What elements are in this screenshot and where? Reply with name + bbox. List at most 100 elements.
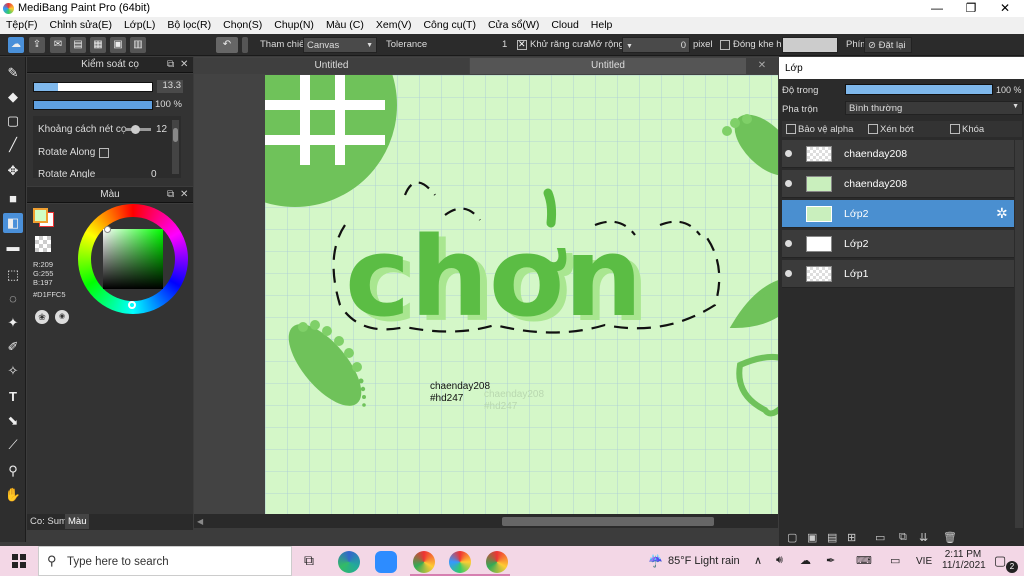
menu-select[interactable]: Chọn(S) — [217, 17, 268, 34]
protect-alpha-checkbox[interactable] — [786, 124, 796, 134]
clipping-checkbox[interactable] — [868, 124, 878, 134]
brush-opacity-slider[interactable] — [33, 100, 153, 110]
foreground-color-swatch[interactable] — [33, 208, 48, 223]
visibility-icon[interactable] — [785, 150, 792, 157]
dropper-tool-icon[interactable]: ⟋ — [3, 435, 23, 455]
layer-row[interactable]: Lớp2 — [782, 230, 1014, 258]
gradient-tool-icon[interactable]: ▬ — [3, 237, 23, 257]
menu-window[interactable]: Cửa sổ(W) — [482, 17, 545, 34]
folder-icon[interactable]: ▭ — [875, 531, 885, 544]
fill-tool-icon[interactable]: ◧ — [3, 213, 23, 233]
lock-checkbox[interactable] — [950, 124, 960, 134]
close-gap-checkbox[interactable] — [720, 40, 730, 50]
panel-close-icon[interactable]: ✕ — [180, 187, 188, 203]
shape-tool-icon[interactable]: ▢ — [3, 111, 23, 131]
taskbar-search[interactable]: ⚲ Type here to search — [38, 546, 292, 576]
select-eraser-icon[interactable]: ✧ — [3, 361, 23, 381]
close-button[interactable]: ✕ — [988, 0, 1022, 17]
redo-icon[interactable] — [242, 37, 248, 53]
reference-select[interactable]: Canvas ▼ — [303, 37, 377, 53]
maximize-button[interactable]: ❐ — [954, 0, 988, 17]
eraser-tool-icon[interactable]: ◆ — [3, 87, 23, 107]
color-picker-knob[interactable] — [104, 226, 111, 233]
panel-close-icon[interactable]: ✕ — [180, 57, 188, 73]
comment-icon[interactable]: ▤ — [70, 37, 86, 53]
pen-icon[interactable]: ✒ — [826, 554, 835, 567]
hand-tool-icon[interactable]: ✋ — [3, 485, 23, 505]
add-layer-menu-icon[interactable]: ⊞ — [847, 531, 856, 544]
chrome-icon[interactable] — [486, 551, 508, 573]
clock[interactable]: 2:11 PM 11/1/2021 — [942, 549, 986, 571]
brush-tool-icon[interactable]: ✎ — [3, 63, 23, 83]
operation-tool-icon[interactable]: ⬊ — [3, 411, 23, 431]
color-mode-icon[interactable]: ◉ — [55, 310, 69, 324]
notification-icon[interactable]: ▢ — [994, 553, 1006, 569]
tiles-icon[interactable]: ▥ — [130, 37, 146, 53]
visibility-icon[interactable] — [785, 210, 792, 217]
hue-wheel[interactable] — [78, 204, 188, 314]
visibility-icon[interactable] — [785, 240, 792, 247]
menu-tools[interactable]: Công cụ(T) — [417, 17, 482, 34]
layer-row[interactable]: chaenday208 — [782, 140, 1014, 168]
layer-scrollbar[interactable] — [1015, 140, 1023, 528]
menu-color[interactable]: Màu (C) — [320, 17, 370, 34]
medibang-icon[interactable] — [449, 551, 471, 573]
layer-row-selected[interactable]: Lớp2 ✲ — [782, 200, 1014, 228]
layer-image-icon[interactable]: ▤ — [827, 531, 837, 544]
chevron-up-icon[interactable]: ∧ — [754, 554, 762, 567]
select-rect-icon[interactable]: ⬚ — [3, 265, 23, 285]
layer-row[interactable]: Lớp1 — [782, 260, 1014, 288]
reset-button[interactable]: ⊘ Đặt lại — [864, 37, 912, 53]
chrome-icon[interactable] — [413, 551, 435, 573]
document-tab-active[interactable]: Untitled — [470, 58, 746, 74]
visibility-icon[interactable] — [785, 270, 792, 277]
document-canvas[interactable]: chơn chơn chaenday208 #hd247 chaenday208… — [265, 75, 778, 514]
menu-layer[interactable]: Lớp(L) — [118, 17, 161, 34]
scroll-left-icon[interactable]: ◀ — [197, 517, 203, 526]
brush-settings-scrollbar[interactable] — [172, 120, 179, 174]
antialias-checkbox[interactable] — [517, 39, 527, 50]
menu-edit[interactable]: Chỉnh sửa(E) — [44, 17, 118, 34]
panel-popout-icon[interactable]: ⧉ — [167, 57, 174, 73]
grid-icon[interactable]: ▣ — [110, 37, 126, 53]
lasso-tool-icon[interactable]: ◌ — [3, 289, 23, 309]
spacing-slider[interactable] — [125, 125, 151, 134]
blend-mode-select[interactable]: Bình thường ▼ — [845, 101, 1023, 115]
eyedropper-icon[interactable]: ⚲ — [3, 461, 23, 481]
move-tool-icon[interactable]: ✥ — [3, 161, 23, 181]
display-icon[interactable]: ▭ — [890, 554, 900, 567]
rotate-along-checkbox[interactable] — [99, 148, 109, 158]
menu-help[interactable]: Help — [585, 17, 619, 34]
weather-text[interactable]: 85°F Light rain — [668, 555, 740, 567]
task-view-icon[interactable]: ⧉ — [304, 552, 314, 569]
menu-file[interactable]: Tệp(F) — [0, 17, 44, 34]
layer-opacity-slider[interactable] — [845, 84, 993, 95]
layer-row[interactable]: chaenday208 — [782, 170, 1014, 198]
trash-icon[interactable]: 🗑 — [943, 531, 957, 544]
horizontal-scrollbar[interactable]: ◀ — [194, 514, 778, 528]
weather-icon[interactable]: ☔ — [648, 554, 663, 568]
keyboard-icon[interactable]: ⌨ — [856, 554, 872, 567]
menu-snap[interactable]: Chụp(N) — [268, 17, 320, 34]
visibility-icon[interactable] — [785, 180, 792, 187]
line-tool-icon[interactable]: ╱ — [3, 135, 23, 155]
palette-icon[interactable]: ❀ — [35, 310, 49, 324]
expand-input[interactable]: ▼ 0 — [622, 37, 690, 53]
transparent-color-swatch[interactable] — [35, 236, 51, 252]
new-layer-icon[interactable]: ▢ — [787, 531, 797, 544]
upload-icon[interactable]: ⇪ — [29, 37, 45, 53]
chat-icon[interactable]: ✉ — [50, 37, 66, 53]
cloud-icon[interactable]: ☁︎ — [800, 554, 811, 567]
document-icon[interactable]: ▦ — [90, 37, 106, 53]
menu-filter[interactable]: Bộ lọc(R) — [161, 17, 217, 34]
horizontal-scrollbar-thumb[interactable] — [502, 517, 714, 526]
document-tab[interactable]: Untitled — [194, 58, 469, 74]
language-indicator[interactable]: VIE — [916, 556, 932, 567]
panel-popout-icon[interactable]: ⧉ — [167, 187, 174, 203]
gear-icon[interactable]: ✲ — [996, 205, 1008, 222]
hue-picker-knob[interactable] — [128, 301, 136, 309]
zoom-icon[interactable] — [375, 551, 397, 573]
select-pen-icon[interactable]: ✐ — [3, 337, 23, 357]
text-tool-icon[interactable]: T — [3, 387, 23, 407]
close-gap-input[interactable] — [782, 37, 838, 53]
